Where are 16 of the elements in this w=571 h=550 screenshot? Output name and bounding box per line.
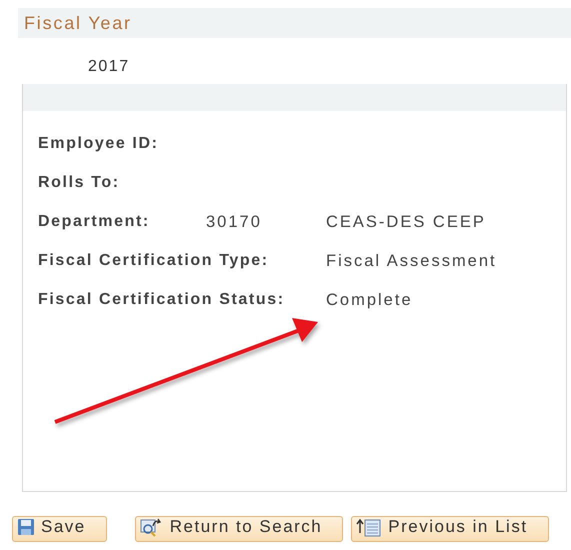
field-label: Fiscal Certification Type: [38, 252, 269, 271]
field-label: Fiscal Certification Status: [38, 291, 285, 310]
field-label: Rolls To: [38, 174, 120, 193]
previous-button[interactable]: Previous in List [351, 516, 549, 542]
save-button[interactable]: Save [12, 516, 107, 542]
field-description: CEAS-DES CEEP [326, 213, 486, 231]
fiscal-year-value: 2017 [88, 58, 130, 77]
field-value: 30170 [206, 213, 262, 231]
magnifier-arrow-icon [140, 517, 164, 537]
field-label: Department: [38, 213, 150, 232]
return-button[interactable]: Return to Search [134, 516, 344, 542]
field-label: Employee ID: [38, 135, 159, 154]
list-up-arrow-icon [356, 517, 382, 537]
section-title: Fiscal Year [24, 12, 132, 34]
field-description: Fiscal Assessment [326, 252, 497, 270]
field-description: Complete [326, 291, 413, 309]
